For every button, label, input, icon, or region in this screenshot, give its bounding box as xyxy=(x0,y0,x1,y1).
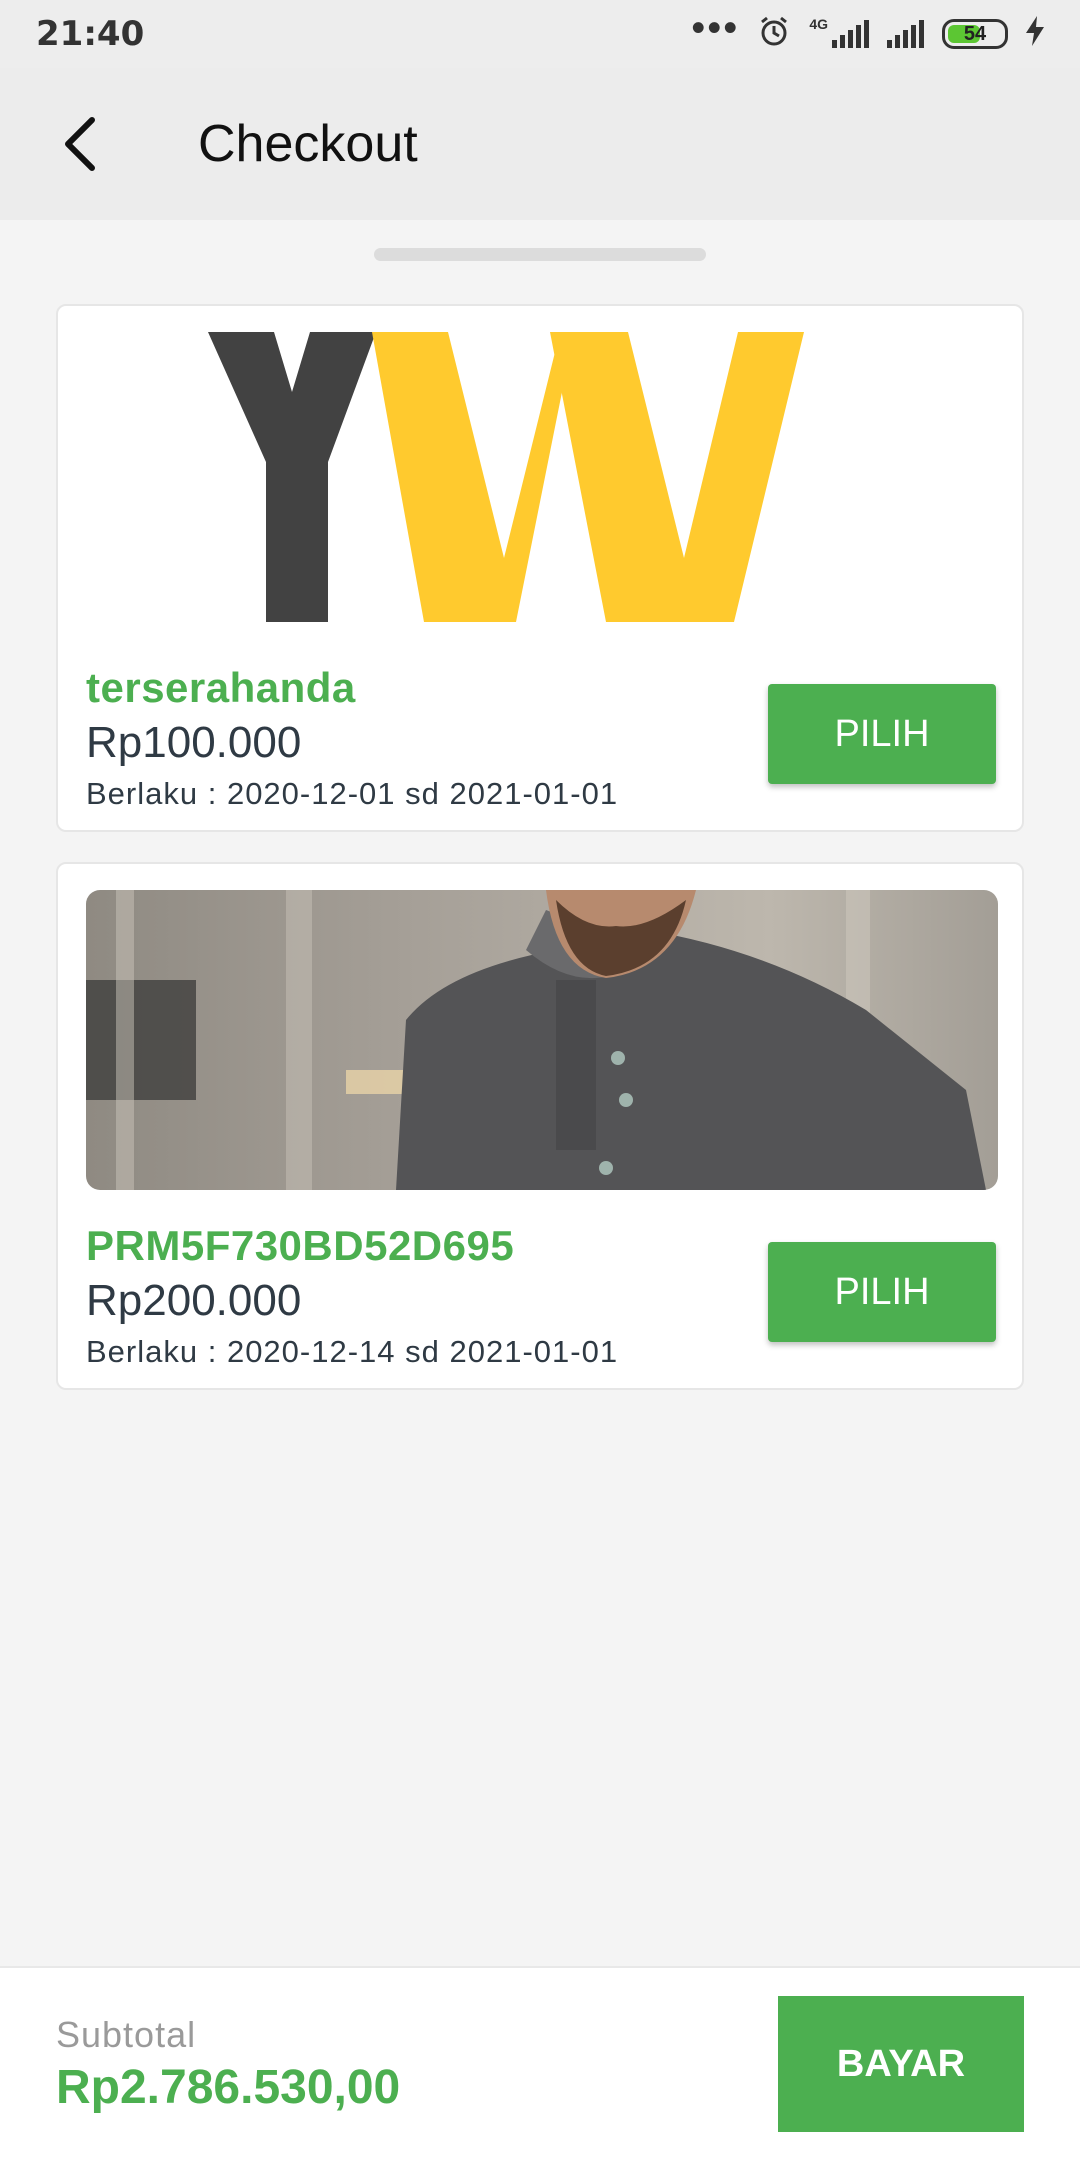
more-dots-icon: ••• xyxy=(691,6,740,50)
battery-icon: 54 xyxy=(942,19,1008,49)
status-icons: ••• 4G 54 xyxy=(691,8,1044,55)
back-arrow-icon xyxy=(65,117,95,171)
select-promo-button[interactable]: PILIH xyxy=(768,1242,996,1342)
signal-icon-2 xyxy=(887,20,924,48)
promo-validity: Berlaku : 2020-12-01 sd 2021-01-01 xyxy=(86,776,619,811)
network-type: 4G xyxy=(809,16,828,32)
charging-icon xyxy=(1026,15,1044,53)
battery-level: 54 xyxy=(963,22,987,45)
checkout-footer: Subtotal Rp2.786.530,00 BAYAR xyxy=(0,1966,1080,2160)
pay-button[interactable]: BAYAR xyxy=(778,1996,1024,2132)
promo-price: Rp100.000 xyxy=(86,718,302,767)
yvv-logo-image xyxy=(86,332,998,632)
man-in-shirt-photo xyxy=(86,890,998,1190)
select-promo-button[interactable]: PILIH xyxy=(768,684,996,784)
status-time: 21:40 xyxy=(36,14,145,54)
promo-code: PRM5F730BD52D695 xyxy=(86,1222,515,1269)
promo-card: PRM5F730BD52D695 Rp200.000 Berlaku : 202… xyxy=(56,862,1024,1390)
promo-info: PRM5F730BD52D695 Rp200.000 Berlaku : 202… xyxy=(86,1222,618,1370)
promo-price: Rp200.000 xyxy=(86,1276,302,1325)
back-button[interactable] xyxy=(20,84,140,204)
alarm-icon xyxy=(757,14,791,55)
page-title: Checkout xyxy=(198,115,418,173)
subtotal-value: Rp2.786.530,00 xyxy=(56,2061,401,2114)
promo-info: terserahanda Rp100.000 Berlaku : 2020-12… xyxy=(86,664,618,812)
signal-icon xyxy=(832,20,869,48)
status-bar: 21:40 ••• 4G 54 xyxy=(0,0,1080,68)
promo-card: terserahanda Rp100.000 Berlaku : 2020-12… xyxy=(56,304,1024,832)
app-bar: Checkout xyxy=(0,68,1080,220)
sheet-drag-handle[interactable] xyxy=(374,248,706,261)
subtotal-label: Subtotal xyxy=(56,2014,197,2055)
promo-code: terserahanda xyxy=(86,664,356,711)
promo-validity: Berlaku : 2020-12-14 sd 2021-01-01 xyxy=(86,1334,619,1369)
